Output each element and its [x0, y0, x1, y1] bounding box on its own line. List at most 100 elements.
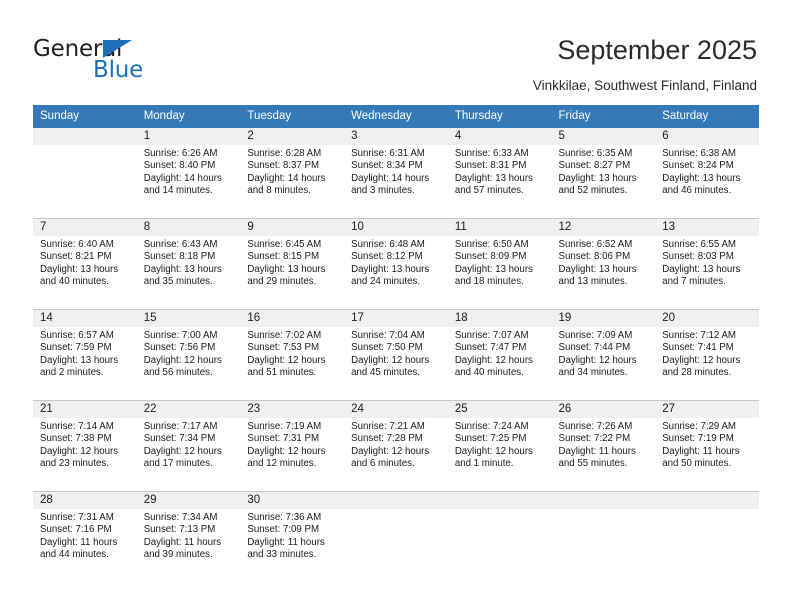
page-title: September 2025: [557, 35, 757, 65]
calendar-day-cell[interactable]: 10 Sunrise: 6:48 AM Sunset: 8:12 PM Dayligh…: [344, 218, 448, 310]
sunset-text: Sunset: 8:34 PM: [351, 160, 423, 172]
day-number: 25: [447, 401, 552, 418]
day-number: [33, 128, 137, 145]
calendar-day-cell[interactable]: 4 Sunrise: 6:33 AM Sunset: 8:31 PM Daylight…: [447, 128, 552, 219]
day-details: Sunrise: 6:38 AM Sunset: 8:24 PM Daylight:…: [655, 145, 759, 198]
daylight-text: Daylight: 13 hours and 2 minutes.: [40, 354, 119, 379]
day-details: Sunrise: 7:17 AM Sunset: 7:34 PM Daylight:…: [137, 418, 241, 471]
day-details: Sunrise: 7:07 AM Sunset: 7:47 PM Daylight:…: [448, 327, 552, 380]
day-number: 6: [655, 128, 759, 145]
calendar-day-cell[interactable]: 29 Sunrise: 7:34 AM Sunset: 7:13 PM Dayligh…: [136, 491, 241, 582]
day-number: [447, 492, 552, 509]
calendar-day-cell-empty: [551, 491, 656, 582]
daylight-text: Daylight: 13 hours and 57 minutes.: [454, 172, 533, 197]
calendar-day-cell[interactable]: 16 Sunrise: 7:02 AM Sunset: 7:53 PM Dayligh…: [240, 309, 345, 401]
daylight-text: Daylight: 12 hours and 56 minutes.: [143, 354, 222, 379]
sunrise-text: Sunrise: 7:24 AM: [454, 421, 529, 432]
calendar-day-cell[interactable]: 13 Sunrise: 6:55 AM Sunset: 8:03 PM Dayligh…: [655, 218, 759, 310]
sunset-text: Sunset: 7:28 PM: [351, 433, 423, 445]
calendar-day-cell[interactable]: 19 Sunrise: 7:09 AM Sunset: 7:44 PM Dayligh…: [551, 309, 656, 401]
weekday-header-saturday: Saturday: [655, 105, 759, 128]
day-details: Sunrise: 7:21 AM Sunset: 7:28 PM Daylight:…: [344, 418, 448, 471]
sunset-text: Sunset: 7:44 PM: [558, 342, 631, 354]
day-number: 14: [33, 310, 137, 327]
weekday-header-wednesday: Wednesday: [344, 105, 448, 128]
day-number: 29: [136, 492, 241, 509]
calendar-day-cell[interactable]: 3 Sunrise: 6:31 AM Sunset: 8:34 PM Daylight…: [344, 128, 448, 219]
daylight-text: Daylight: 11 hours and 33 minutes.: [247, 536, 325, 561]
calendar-day-cell[interactable]: 17 Sunrise: 7:04 AM Sunset: 7:50 PM Dayligh…: [344, 309, 448, 401]
sunset-text: Sunset: 7:50 PM: [351, 342, 423, 354]
sunset-text: Sunset: 7:09 PM: [247, 524, 320, 536]
weekday-header-thursday: Thursday: [447, 105, 552, 128]
day-details: Sunrise: 7:04 AM Sunset: 7:50 PM Daylight:…: [344, 327, 448, 380]
sunrise-text: Sunrise: 7:31 AM: [40, 512, 114, 523]
general-blue-logo[interactable]: General Blue: [33, 38, 153, 82]
calendar-day-cell[interactable]: 27 Sunrise: 7:29 AM Sunset: 7:19 PM Dayligh…: [655, 400, 759, 492]
sunrise-text: Sunrise: 6:35 AM: [558, 148, 633, 159]
calendar-day-cell[interactable]: 11 Sunrise: 6:50 AM Sunset: 8:09 PM Dayligh…: [447, 218, 552, 310]
calendar-day-cell[interactable]: 6 Sunrise: 6:38 AM Sunset: 8:24 PM Daylight…: [655, 128, 759, 219]
calendar-day-cell[interactable]: 23 Sunrise: 7:19 AM Sunset: 7:31 PM Dayligh…: [240, 400, 345, 492]
daylight-text: Daylight: 11 hours and 39 minutes.: [143, 536, 222, 561]
calendar-day-cell[interactable]: 28 Sunrise: 7:31 AM Sunset: 7:16 PM Dayligh…: [33, 491, 137, 582]
calendar-day-cell[interactable]: 9 Sunrise: 6:45 AM Sunset: 8:15 PM Daylight…: [240, 218, 345, 310]
day-number: 1: [136, 128, 241, 145]
calendar-day-cell[interactable]: 1 Sunrise: 6:26 AM Sunset: 8:40 PM Daylight…: [136, 128, 241, 219]
sunset-text: Sunset: 7:41 PM: [662, 342, 734, 354]
sunrise-text: Sunrise: 6:26 AM: [143, 148, 218, 159]
calendar-day-cell[interactable]: 21 Sunrise: 7:14 AM Sunset: 7:38 PM Dayligh…: [33, 400, 137, 492]
daylight-text: Daylight: 12 hours and 28 minutes.: [662, 354, 741, 379]
sunrise-text: Sunrise: 7:00 AM: [143, 330, 218, 341]
sunset-text: Sunset: 8:12 PM: [351, 251, 423, 263]
calendar-day-cell[interactable]: 30 Sunrise: 7:36 AM Sunset: 7:09 PM Dayligh…: [240, 491, 345, 582]
sunrise-text: Sunrise: 7:14 AM: [40, 421, 114, 432]
sunset-text: Sunset: 8:24 PM: [662, 160, 734, 172]
calendar-day-cell[interactable]: 20 Sunrise: 7:12 AM Sunset: 7:41 PM Dayligh…: [655, 309, 759, 401]
daylight-text: Daylight: 13 hours and 29 minutes.: [247, 263, 326, 288]
day-number: [655, 492, 759, 509]
weekday-header-sunday: Sunday: [33, 105, 137, 128]
logo-text-blue: Blue: [93, 57, 144, 83]
calendar-day-cell[interactable]: 26 Sunrise: 7:26 AM Sunset: 7:22 PM Dayligh…: [551, 400, 656, 492]
sunrise-text: Sunrise: 7:12 AM: [662, 330, 736, 341]
daylight-text: Daylight: 13 hours and 24 minutes.: [351, 263, 430, 288]
sunset-text: Sunset: 7:16 PM: [40, 524, 112, 536]
sunrise-text: Sunrise: 6:43 AM: [143, 239, 218, 250]
day-number: 24: [344, 401, 448, 418]
day-details: Sunrise: 7:31 AM Sunset: 7:16 PM Daylight:…: [33, 509, 137, 562]
sunset-text: Sunset: 8:15 PM: [247, 251, 320, 263]
sunrise-text: Sunrise: 7:26 AM: [558, 421, 633, 432]
sunrise-text: Sunrise: 7:07 AM: [454, 330, 529, 341]
day-number: 23: [240, 401, 345, 418]
day-number: 26: [551, 401, 656, 418]
calendar-day-cell[interactable]: 8 Sunrise: 6:43 AM Sunset: 8:18 PM Daylight…: [136, 218, 241, 310]
sunrise-text: Sunrise: 6:52 AM: [558, 239, 633, 250]
day-details: Sunrise: 7:00 AM Sunset: 7:56 PM Daylight:…: [137, 327, 241, 380]
sunset-text: Sunset: 7:31 PM: [247, 433, 320, 445]
daylight-text: Daylight: 12 hours and 40 minutes.: [454, 354, 533, 379]
calendar-day-cell[interactable]: 5 Sunrise: 6:35 AM Sunset: 8:27 PM Daylight…: [551, 128, 656, 219]
calendar-day-cell[interactable]: 25 Sunrise: 7:24 AM Sunset: 7:25 PM Dayligh…: [447, 400, 552, 492]
calendar-day-cell[interactable]: 15 Sunrise: 7:00 AM Sunset: 7:56 PM Dayligh…: [136, 309, 241, 401]
calendar-day-cell-empty: [447, 491, 552, 582]
calendar-day-cell[interactable]: 24 Sunrise: 7:21 AM Sunset: 7:28 PM Dayligh…: [344, 400, 448, 492]
sunset-text: Sunset: 8:37 PM: [247, 160, 320, 172]
sunrise-text: Sunrise: 7:34 AM: [143, 512, 218, 523]
sunrise-text: Sunrise: 6:31 AM: [351, 148, 425, 159]
sunset-text: Sunset: 7:22 PM: [558, 433, 631, 445]
day-details: Sunrise: 7:09 AM Sunset: 7:44 PM Daylight:…: [552, 327, 656, 380]
day-number: 8: [136, 219, 241, 236]
daylight-text: Daylight: 14 hours and 3 minutes.: [351, 172, 430, 197]
daylight-text: Daylight: 13 hours and 46 minutes.: [662, 172, 741, 197]
calendar-day-cell[interactable]: 2 Sunrise: 6:28 AM Sunset: 8:37 PM Daylight…: [240, 128, 345, 219]
calendar-day-cell[interactable]: 7 Sunrise: 6:40 AM Sunset: 8:21 PM Daylight…: [33, 218, 137, 310]
sunrise-text: Sunrise: 6:48 AM: [351, 239, 425, 250]
calendar-day-cell[interactable]: 12 Sunrise: 6:52 AM Sunset: 8:06 PM Dayligh…: [551, 218, 656, 310]
calendar-day-cell[interactable]: 14 Sunrise: 6:57 AM Sunset: 7:59 PM Dayligh…: [33, 309, 137, 401]
day-number: 5: [551, 128, 656, 145]
daylight-text: Daylight: 13 hours and 7 minutes.: [662, 263, 741, 288]
calendar-day-cell[interactable]: 18 Sunrise: 7:07 AM Sunset: 7:47 PM Dayligh…: [447, 309, 552, 401]
page-header: General Blue September 2025 Vinkkilae, S…: [0, 0, 792, 104]
calendar-day-cell[interactable]: 22 Sunrise: 7:17 AM Sunset: 7:34 PM Dayligh…: [136, 400, 241, 492]
